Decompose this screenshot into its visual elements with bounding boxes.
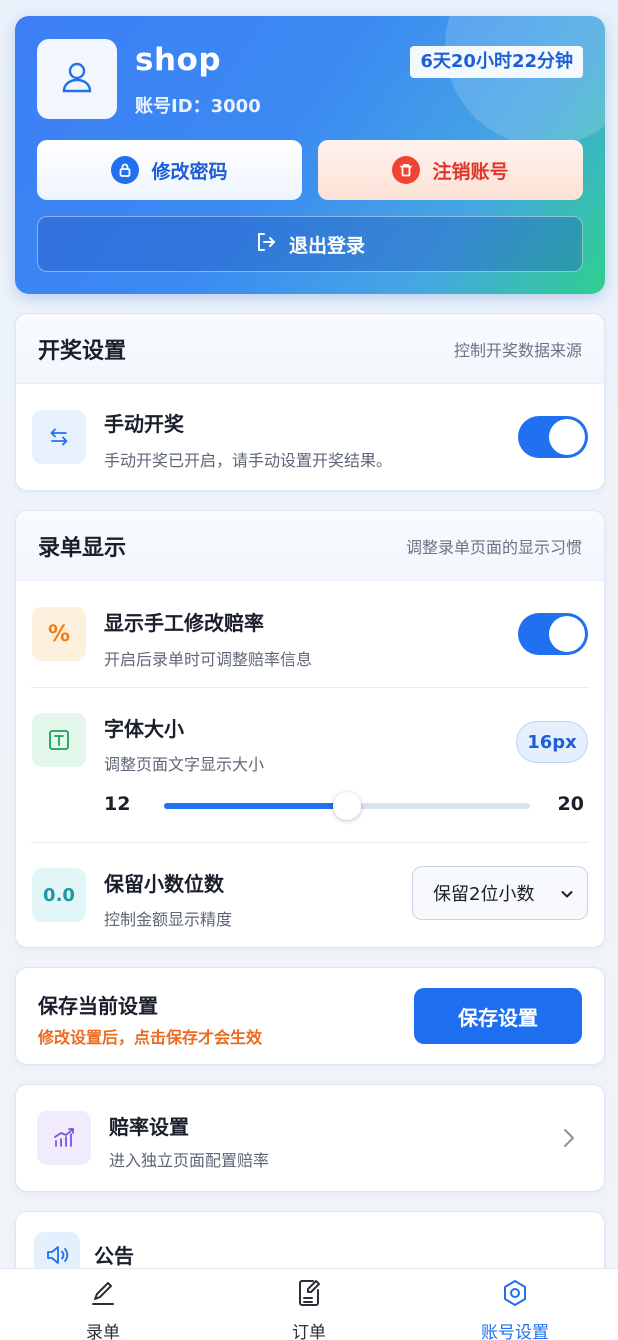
pencil-icon [88, 1278, 118, 1312]
change-password-button[interactable]: 修改密码 [37, 140, 302, 200]
draw-settings-title: 开奖设置 [38, 338, 127, 364]
user-icon [57, 57, 97, 101]
page-content: shop 账号ID：3000 6天20小时22分钟 修改密码 注销账号 退出登录… [0, 0, 618, 1268]
logout-button[interactable]: 退出登录 [37, 216, 583, 272]
save-settings-card: 保存当前设置 修改设置后，点击保存才会生效 保存设置 [15, 967, 605, 1065]
manual-odds-row: % 显示手工修改赔率 开启后录单时可调整赔率信息 [16, 581, 604, 687]
notice-card[interactable]: 公告 [15, 1211, 605, 1268]
change-password-label: 修改密码 [151, 160, 228, 183]
odds-settings-link[interactable]: 赔率设置 进入独立页面配置赔率 [15, 1084, 605, 1192]
logout-icon [255, 231, 277, 258]
toggle-knob [549, 419, 585, 455]
decimals-select[interactable]: 保留2位小数 [412, 866, 588, 920]
text-format-icon [32, 713, 86, 767]
decimals-selected-value: 保留2位小数 [433, 884, 535, 905]
decimal-icon: 0.0 [32, 868, 86, 922]
username: shop [135, 42, 222, 78]
save-settings-title: 保存当前设置 [38, 994, 158, 1018]
avatar[interactable] [37, 39, 117, 119]
decorative-bubble [445, 16, 605, 146]
account-id: 账号ID：3000 [135, 96, 261, 117]
tab-order-entry[interactable]: 录单 [0, 1269, 206, 1340]
display-settings-subtitle: 调整录单页面的显示习惯 [405, 537, 582, 557]
font-size-title: 字体大小 [104, 717, 184, 741]
decimals-title: 保留小数位数 [104, 872, 224, 896]
notice-title: 公告 [94, 1244, 134, 1268]
logout-label: 退出登录 [288, 234, 365, 257]
decimals-desc: 控制金额显示精度 [104, 910, 233, 929]
tab-label: 录单 [86, 1323, 120, 1340]
display-settings-card: 录单显示 调整录单页面的显示习惯 % 显示手工修改赔率 开启后录单时可调整赔率信… [15, 510, 605, 948]
settings-icon [500, 1278, 530, 1312]
odds-settings-desc: 进入独立页面配置赔率 [109, 1151, 270, 1170]
speaker-icon [34, 1232, 80, 1268]
bar-chart-icon [37, 1111, 91, 1165]
profile-card: shop 账号ID：3000 6天20小时22分钟 修改密码 注销账号 退出登录 [15, 16, 605, 294]
save-settings-warning: 修改设置后，点击保存才会生效 [38, 1028, 263, 1047]
chevron-right-icon [562, 1127, 576, 1153]
order-icon [294, 1278, 324, 1312]
odds-settings-title: 赔率设置 [109, 1115, 189, 1139]
slider-thumb[interactable] [333, 792, 361, 820]
save-settings-button[interactable]: 保存设置 [414, 988, 582, 1044]
tab-account-settings[interactable]: 账号设置 [412, 1269, 618, 1340]
manual-draw-toggle[interactable] [518, 416, 588, 458]
manual-odds-toggle[interactable] [518, 613, 588, 655]
tab-orders[interactable]: 订单 [206, 1269, 412, 1340]
slider-max-label: 20 [557, 793, 584, 815]
deactivate-account-button[interactable]: 注销账号 [318, 140, 583, 200]
slider-track[interactable] [164, 792, 530, 820]
expiry-countdown-badge: 6天20小时22分钟 [410, 46, 583, 78]
font-size-slider[interactable]: 12 20 [104, 791, 584, 821]
draw-settings-subtitle: 控制开奖数据来源 [453, 340, 582, 360]
chevron-down-icon [559, 886, 575, 907]
tab-label: 订单 [292, 1323, 326, 1340]
tab-label: 账号设置 [481, 1323, 549, 1340]
draw-settings-card: 开奖设置 控制开奖数据来源 手动开奖 手动开奖已开启，请手动设置开奖结果。 [15, 313, 605, 491]
trash-icon [392, 156, 421, 184]
percent-icon: % [32, 607, 86, 661]
slider-min-label: 12 [104, 793, 131, 815]
toggle-knob [549, 616, 585, 652]
bottom-tab-bar: 录单 订单 账号设置 [0, 1268, 618, 1340]
display-settings-title: 录单显示 [38, 535, 127, 561]
manual-draw-row: 手动开奖 手动开奖已开启，请手动设置开奖结果。 [16, 384, 604, 490]
swap-arrows-icon [32, 410, 86, 464]
font-size-desc: 调整页面文字显示大小 [104, 755, 265, 774]
font-size-value-badge: 16px [516, 721, 588, 763]
lock-icon [111, 156, 140, 184]
slider-fill [164, 803, 347, 809]
deactivate-account-label: 注销账号 [432, 160, 509, 183]
